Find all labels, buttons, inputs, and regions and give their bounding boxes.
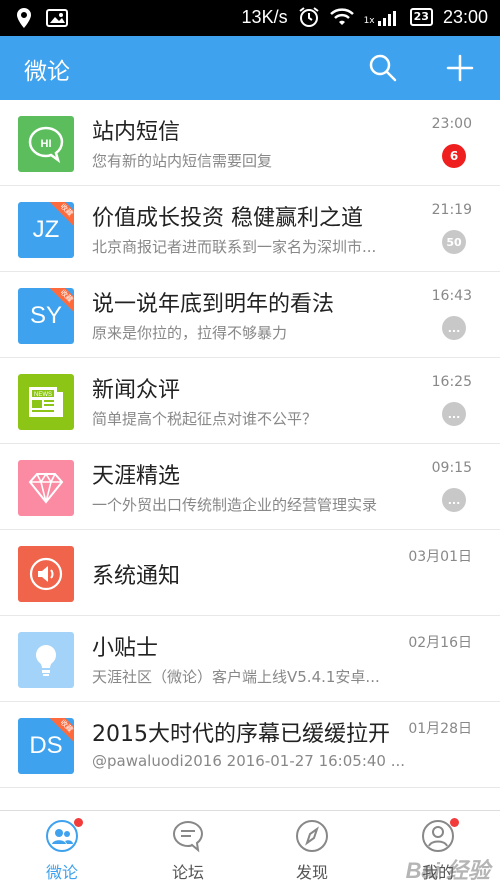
signal-icon xyxy=(377,11,396,26)
compass-icon xyxy=(296,820,328,852)
tab-weilun[interactable]: 微论 xyxy=(12,818,112,887)
unread-badge: ... xyxy=(442,488,466,512)
item-title: 天涯精选 xyxy=(92,464,181,489)
avatar xyxy=(18,546,74,602)
alarm-icon xyxy=(298,7,319,27)
tab-discover[interactable]: 发现 xyxy=(262,819,362,887)
list-item[interactable]: JZ 收藏 价值成长投资 稳健赢利之道 北京商报记者进而联系到一家名为深圳市..… xyxy=(0,186,500,272)
avatar: DS 收藏 xyxy=(18,718,74,774)
search-icon xyxy=(369,54,397,82)
notification-dot xyxy=(450,818,459,827)
unread-badge: ... xyxy=(442,402,466,426)
list-item[interactable]: DS 收藏 2015大时代的序幕已缓缓拉开 @pawaluodi2016 201… xyxy=(0,702,500,788)
item-title: 小贴士 xyxy=(92,636,159,661)
item-time: 16:25 xyxy=(431,374,472,390)
item-time: 21:19 xyxy=(431,202,472,218)
avatar: SY 收藏 xyxy=(18,288,74,344)
avatar: JZ 收藏 xyxy=(18,202,74,258)
item-title: 新闻众评 xyxy=(92,378,181,403)
unread-badge: 50 xyxy=(442,230,466,254)
item-time: 01月28日 xyxy=(408,721,472,737)
avatar: HI xyxy=(18,116,74,172)
list-item[interactable]: SY 收藏 说一说年底到明年的看法 原来是你拉的，拉得不够暴力 16:43 ..… xyxy=(0,272,500,358)
hi-chat-icon: HI xyxy=(28,126,64,164)
tab-label: 微论 xyxy=(45,863,78,882)
newspaper-icon: NEWS xyxy=(29,387,63,417)
unread-badge: ... xyxy=(442,316,466,340)
app-bar: 微论 xyxy=(0,36,500,100)
clock: 23:00 xyxy=(442,6,488,27)
location-icon xyxy=(17,8,31,28)
tab-label: 论坛 xyxy=(171,863,204,882)
list-item[interactable]: 系统通知 03月01日 xyxy=(0,530,500,616)
search-button[interactable] xyxy=(363,48,403,88)
item-time: 16:43 xyxy=(431,288,472,304)
item-time: 09:15 xyxy=(431,460,472,476)
item-time: 03月01日 xyxy=(408,549,472,565)
item-title: 2015大时代的序幕已缓缓拉开 xyxy=(92,722,390,747)
page-title: 微论 xyxy=(24,59,70,85)
item-title: 站内短信 xyxy=(92,120,181,145)
notification-dot xyxy=(74,818,83,827)
image-icon xyxy=(46,9,68,27)
item-subtitle: @pawaluodi2016 2016-01-27 16:05:40 ... xyxy=(92,752,406,770)
avatar-initials: JZ xyxy=(32,216,60,243)
item-title: 说一说年底到明年的看法 xyxy=(92,292,335,317)
item-subtitle: 北京商报记者进而联系到一家名为深圳市... xyxy=(92,238,377,256)
avatar xyxy=(18,632,74,688)
lightbulb-icon xyxy=(36,645,57,676)
list-item[interactable]: 小贴士 天涯社区（微论）客户端上线V5.4.1安卓... 02月16日 xyxy=(0,616,500,702)
item-subtitle: 您有新的站内短信需要回复 xyxy=(92,152,273,170)
avatar xyxy=(18,460,74,516)
item-subtitle: 天涯社区（微论）客户端上线V5.4.1安卓... xyxy=(92,668,380,686)
network-type: 1x xyxy=(363,16,375,26)
wifi-icon xyxy=(329,8,354,25)
diamond-icon xyxy=(28,472,64,504)
item-title: 价值成长投资 稳健赢利之道 xyxy=(92,206,363,231)
item-time: 23:00 xyxy=(431,116,472,132)
item-subtitle: 原来是你拉的，拉得不够暴力 xyxy=(92,324,288,342)
bottom-tab-bar: 微论 论坛 发现 我的 Bai 经验 xyxy=(0,810,500,889)
item-time: 02月16日 xyxy=(408,635,472,651)
plus-icon xyxy=(446,54,474,82)
list-item[interactable]: HI 站内短信 您有新的站内短信需要回复 23:00 6 xyxy=(0,100,500,186)
list-item[interactable] xyxy=(0,788,500,810)
avatar-initials: DS xyxy=(29,732,63,759)
svg-text:HI: HI xyxy=(41,138,52,150)
tab-forum[interactable]: 论坛 xyxy=(138,819,238,887)
add-button[interactable] xyxy=(440,48,480,88)
tab-label: 发现 xyxy=(295,863,328,882)
battery-indicator: 23 xyxy=(409,8,433,26)
newspaper-label: NEWS xyxy=(34,392,52,398)
network-speed: 13K/s xyxy=(241,6,288,27)
speaker-icon xyxy=(29,557,63,591)
message-list: HI 站内短信 您有新的站内短信需要回复 23:00 6 JZ 收藏 价值成长投… xyxy=(0,100,500,810)
list-item[interactable]: NEWS 新闻众评 简单提高个税起征点对谁不公平？ 16:25 ... xyxy=(0,358,500,444)
avatar: NEWS xyxy=(18,374,74,430)
unread-badge: 6 xyxy=(442,144,466,168)
item-subtitle: 一个外贸出口传统制造企业的经营管理实录 xyxy=(92,496,378,514)
forum-icon xyxy=(173,820,204,853)
item-title: 系统通知 xyxy=(92,564,181,589)
list-item[interactable]: 天涯精选 一个外贸出口传统制造企业的经营管理实录 09:15 ... xyxy=(0,444,500,530)
watermark: Bai 经验 xyxy=(405,858,490,883)
status-bar: 13K/s 1x 23 23:00 xyxy=(0,0,500,36)
item-subtitle: 简单提高个税起征点对谁不公平？ xyxy=(92,410,318,428)
avatar-initials: SY xyxy=(29,302,62,329)
